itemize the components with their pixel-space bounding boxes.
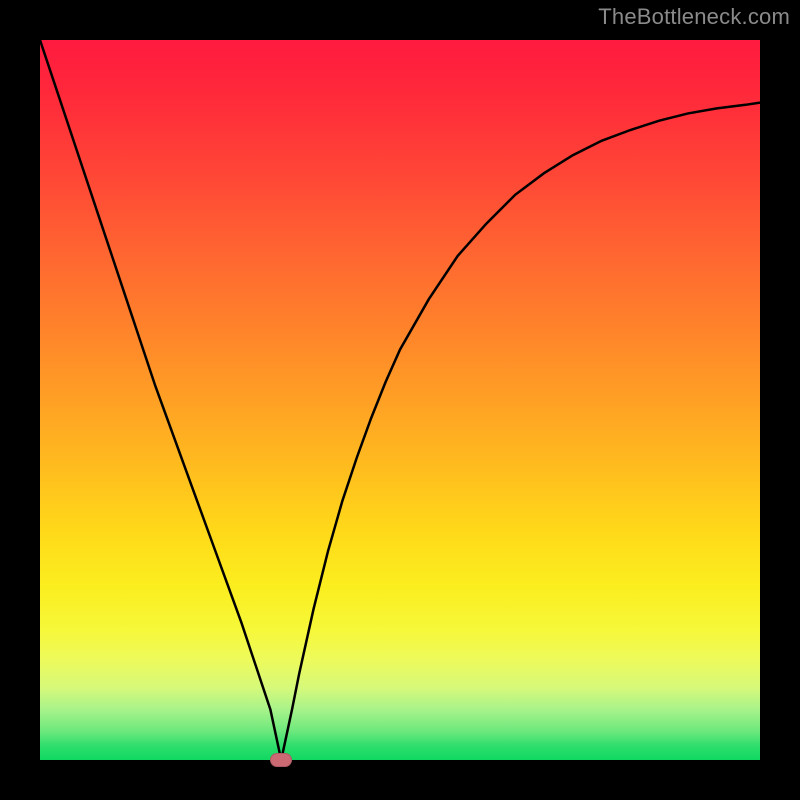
plot-area — [40, 40, 760, 760]
curve-path — [40, 40, 760, 760]
bottleneck-curve — [40, 40, 760, 760]
chart-frame: TheBottleneck.com — [0, 0, 800, 800]
attribution-label: TheBottleneck.com — [598, 4, 790, 30]
minimum-marker — [270, 753, 292, 767]
